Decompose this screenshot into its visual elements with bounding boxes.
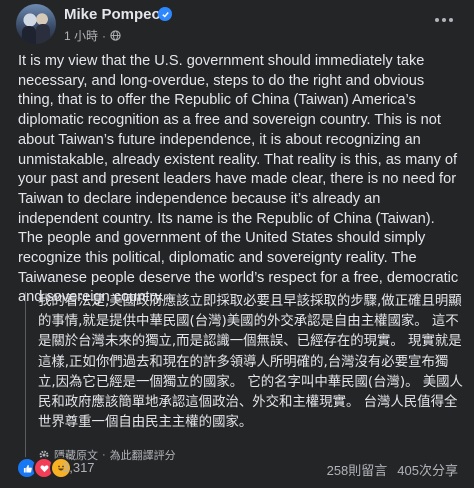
translation-block: 我的看法是,美國政府應該立即採取必要且早該採取的步驟,做正確且明顯的事情,就是提… xyxy=(25,292,465,464)
post-meta: 1 小時 · xyxy=(64,27,121,44)
shares-count[interactable]: 405次分享 xyxy=(397,460,458,479)
verified-badge-icon xyxy=(158,7,172,21)
author-avatar[interactable] xyxy=(16,4,56,44)
more-options-icon[interactable] xyxy=(432,10,456,30)
post-stats: 258則留言 405次分享 xyxy=(327,460,458,479)
meta-separator: · xyxy=(102,28,107,43)
comments-count[interactable]: 258則留言 xyxy=(327,460,388,479)
author-name[interactable]: Mike Pompeo xyxy=(64,6,161,23)
globe-icon xyxy=(110,30,121,41)
post-header: Mike Pompeo 1 小時 · xyxy=(0,0,474,44)
post-time[interactable]: 1 小時 xyxy=(64,27,98,44)
post-text: It is my view that the U.S. government s… xyxy=(18,53,459,306)
post-footer: 3,317 258則留言 405次分享 xyxy=(0,454,474,488)
reaction-count[interactable]: 3,317 xyxy=(62,460,95,475)
translation-text: 我的看法是,美國政府應該立即採取必要且早該採取的步驟,做正確且明顯的事情,就是提… xyxy=(38,294,463,431)
